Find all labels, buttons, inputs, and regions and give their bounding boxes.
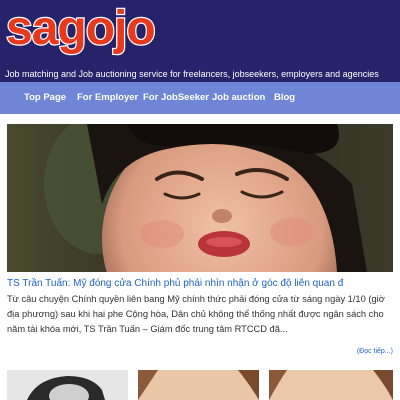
article-thumbnail[interactable] <box>269 370 393 400</box>
nav-for-employer[interactable]: For Employer <box>77 82 138 114</box>
site-header: sagojo Job matching and Job auctioning s… <box>0 0 400 82</box>
nav-job-auction[interactable]: Job auction <box>212 82 265 114</box>
main-content: TS Trần Tuấn: Mỹ đóng cửa Chính phủ phải… <box>0 114 400 400</box>
nav-top-page[interactable]: Top Page <box>24 82 66 114</box>
thumbnail-photo <box>138 370 259 400</box>
sagojo-logo[interactable]: sagojo <box>6 0 206 64</box>
featured-article-title[interactable]: TS Trần Tuấn: Mỹ đóng cửa Chính phủ phải… <box>7 278 393 289</box>
logo-text: sagojo <box>6 2 155 55</box>
nav-for-jobseeker[interactable]: For JobSeeker <box>143 82 209 114</box>
thumbnail-photo <box>7 370 128 400</box>
article-thumbnail[interactable] <box>138 370 259 400</box>
featured-article-excerpt: Từ câu chuyện Chính quyền liên bang Mỹ c… <box>7 294 385 334</box>
featured-image[interactable] <box>7 124 393 272</box>
nav-blog[interactable]: Blog <box>274 82 295 114</box>
site-tagline: Job matching and Job auctioning service … <box>5 69 379 79</box>
thumbnail-photo <box>269 370 393 400</box>
main-nav: Top Page For Employer For JobSeeker Job … <box>0 82 400 114</box>
child-face-photo <box>7 124 393 272</box>
article-thumbnail[interactable] <box>7 370 128 400</box>
read-more-link[interactable]: (Đọc tiếp...) <box>357 348 393 355</box>
